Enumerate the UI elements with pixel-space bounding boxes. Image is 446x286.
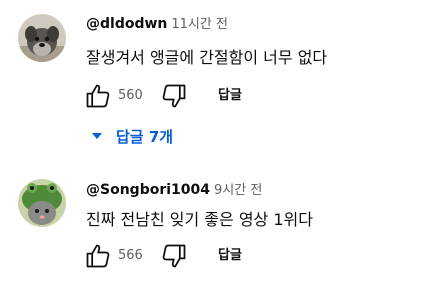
reply-button[interactable]: 답글 xyxy=(218,246,242,266)
thumbs-up-icon xyxy=(86,84,110,108)
avatar[interactable] xyxy=(18,179,66,227)
view-replies-button[interactable]: 답글 7개 xyxy=(92,124,173,150)
thumbs-down-icon xyxy=(162,244,186,268)
avatar[interactable] xyxy=(18,14,66,62)
schnauzer-dog-avatar-icon xyxy=(18,14,66,62)
frog-hat-cat-avatar-icon xyxy=(18,179,66,227)
reply-button[interactable]: 답글 xyxy=(218,86,242,106)
comment-author[interactable]: @dldodwn xyxy=(86,16,167,32)
comment-thread: @dldodwn 11시간 전 잘생겨서 앵글에 간절함이 너무 없다 560 답… xyxy=(0,0,446,146)
dislike-button[interactable] xyxy=(160,242,188,270)
comment-thread: @Songbori1004 9시간 전 진짜 전남친 잊기 좋은 영상 1위다 5… xyxy=(0,172,446,286)
comment-author[interactable]: @Songbori1004 xyxy=(86,182,210,198)
comment-timestamp[interactable]: 11시간 전 xyxy=(171,17,228,32)
comment-text: 진짜 전남친 잊기 좋은 영상 1위다 xyxy=(86,210,313,229)
comment-header: @dldodwn 11시간 전 xyxy=(86,14,228,35)
comment-action-bar: 566 답글 xyxy=(84,242,284,270)
thumbs-down-icon xyxy=(162,84,186,108)
like-count: 566 xyxy=(118,248,143,263)
like-button[interactable] xyxy=(84,242,112,270)
dislike-button[interactable] xyxy=(160,82,188,110)
view-replies-label: 답글 7개 xyxy=(116,128,174,146)
thumbs-up-icon xyxy=(86,244,110,268)
comment-header: @Songbori1004 9시간 전 xyxy=(86,180,262,201)
caret-down-icon xyxy=(92,132,102,139)
comment-text: 잘생겨서 앵글에 간절함이 너무 없다 xyxy=(86,48,328,67)
comment-timestamp[interactable]: 9시간 전 xyxy=(214,183,262,198)
comment-action-bar: 560 답글 xyxy=(84,82,284,110)
like-count: 560 xyxy=(118,88,143,103)
like-button[interactable] xyxy=(84,82,112,110)
